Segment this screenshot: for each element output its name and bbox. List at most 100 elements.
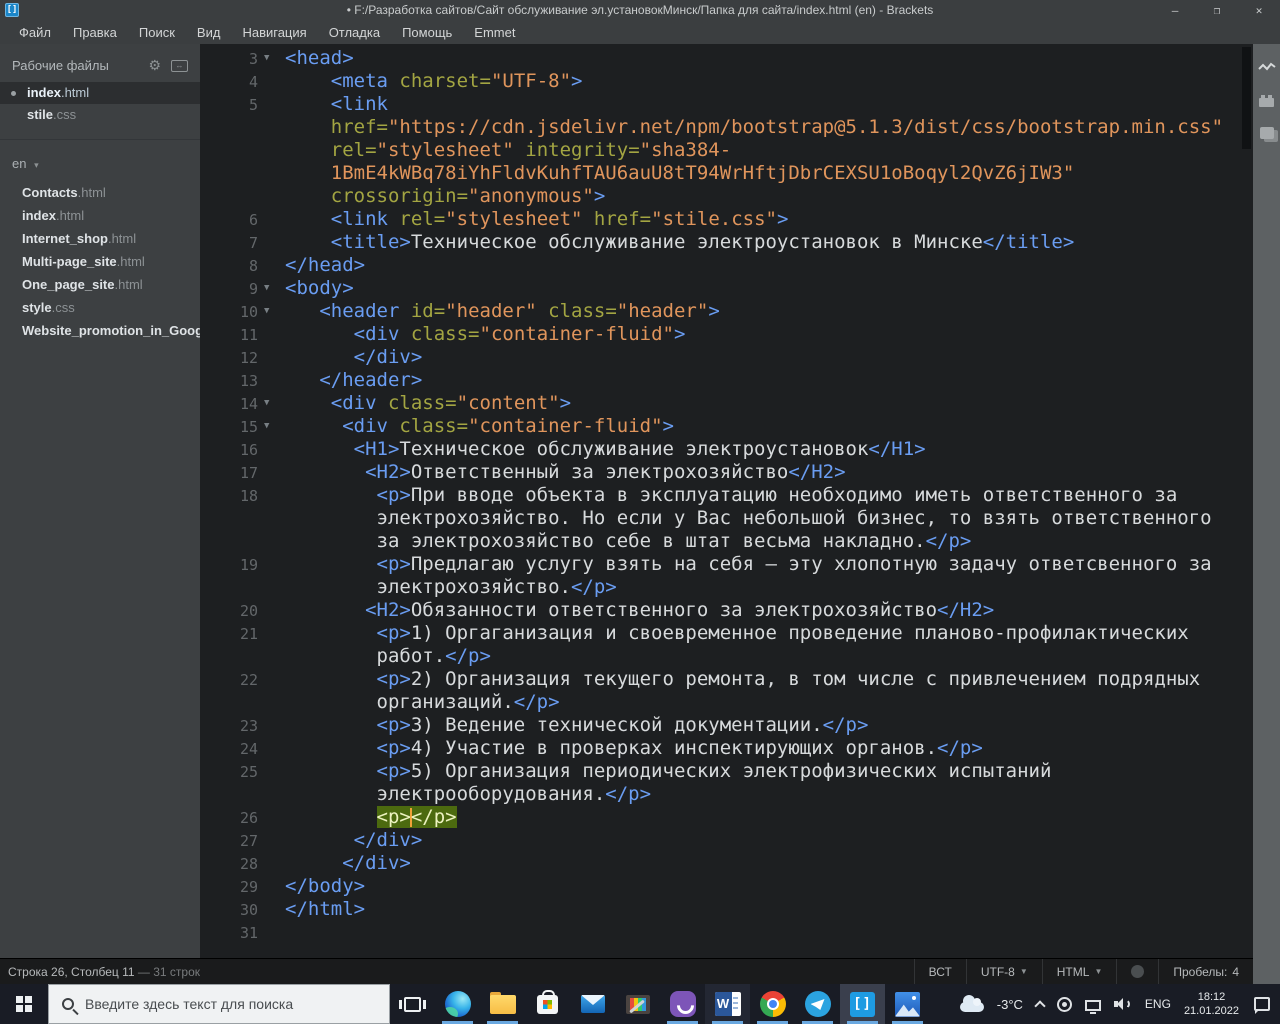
mail-taskbar-button[interactable] — [570, 984, 615, 1024]
code-line-22[interactable]: 22 <p>2) Организация текущего ремонта, в… — [200, 668, 1253, 691]
code-line-14[interactable]: 14 ▼ <div class="content"> — [200, 392, 1253, 415]
brackets-taskbar-button[interactable]: [] — [840, 984, 885, 1024]
extension-icon[interactable] — [1259, 127, 1274, 139]
fold-arrow-icon[interactable]: ▼ — [264, 47, 269, 70]
code-line-3[interactable]: 3 ▼ <head> — [200, 47, 1253, 70]
code-line-10[interactable]: 10 ▼ <header id="header" class="header"> — [200, 300, 1253, 323]
menu-item-навигация[interactable]: Навигация — [231, 25, 317, 40]
project-file-Contacts.html[interactable]: Contacts.html — [0, 181, 200, 204]
maximize-button[interactable]: ❐ — [1196, 0, 1238, 20]
code-line-15[interactable]: 15 ▼ <div class="container-fluid"> — [200, 415, 1253, 438]
language-indicator[interactable]: ENG — [1145, 997, 1171, 1011]
menu-item-файл[interactable]: Файл — [8, 25, 62, 40]
code-line-9[interactable]: 9 ▼ <body> — [200, 277, 1253, 300]
weather-cloud-icon[interactable] — [959, 995, 984, 1012]
menu-item-правка[interactable]: Правка — [62, 25, 128, 40]
taskbar-search[interactable] — [48, 984, 390, 1024]
code-line-5[interactable]: 5 <link — [200, 93, 1253, 116]
fold-arrow-icon[interactable]: ▼ — [264, 392, 269, 415]
indent-settings[interactable]: Пробелы: 4 — [1158, 959, 1253, 984]
project-dropdown[interactable]: en ▾ — [0, 140, 200, 181]
code-line-20[interactable]: 20 <H2>Обязанности ответственного за эле… — [200, 599, 1253, 622]
code-line-29[interactable]: 29 </body> — [200, 875, 1253, 898]
code-line-5-wrap2[interactable]: rel="stylesheet" integrity="sha384- — [200, 139, 1253, 162]
live-preview-icon[interactable] — [1257, 60, 1276, 78]
code-line-19[interactable]: 19 <p>Предлагаю услугу взять на себя — э… — [200, 553, 1253, 576]
hidden-icons-chevron[interactable] — [1034, 1000, 1046, 1012]
code-line-27[interactable]: 27 </div> — [200, 829, 1253, 852]
store-taskbar-button[interactable] — [525, 984, 570, 1024]
code-line-5-wrap3[interactable]: 1BmE4kWBq78iYhFldvKuhfTAU6auU8tT94WrHftj… — [200, 162, 1253, 185]
photos-taskbar-button[interactable] — [885, 984, 930, 1024]
code-line-21[interactable]: 21 <p>1) Оргаганизация и своевременное п… — [200, 622, 1253, 645]
extension-manager-icon[interactable] — [1259, 95, 1274, 107]
fold-arrow-icon[interactable]: ▼ — [264, 277, 269, 300]
code-line-4[interactable]: 4 <meta charset="UTF-8"> — [200, 70, 1253, 93]
code-line-16[interactable]: 16 <H1>Техническое обслуживание электроу… — [200, 438, 1253, 461]
edge-taskbar-button[interactable] — [435, 984, 480, 1024]
vertical-scrollbar[interactable] — [1240, 44, 1253, 958]
code-line-28[interactable]: 28 </div> — [200, 852, 1253, 875]
code-line-22-wrap1[interactable]: организаций.</p> — [200, 691, 1253, 714]
code-line-7[interactable]: 7 <title>Техническое обслуживание электр… — [200, 231, 1253, 254]
code-line-30[interactable]: 30 </html> — [200, 898, 1253, 921]
fold-arrow-icon[interactable]: ▼ — [264, 300, 269, 323]
telegram-taskbar-button[interactable] — [795, 984, 840, 1024]
clock[interactable]: 18:12 21.01.2022 — [1184, 990, 1239, 1018]
code-line-17[interactable]: 17 <H2>Ответственный за электрохозяйство… — [200, 461, 1253, 484]
code-line-23[interactable]: 23 <p>3) Ведение технической документаци… — [200, 714, 1253, 737]
code-line-18-wrap2[interactable]: за электрохозяйство себе в штат весьма н… — [200, 530, 1253, 553]
scrollbar-thumb[interactable] — [1242, 47, 1251, 149]
project-file-style.css[interactable]: style.css — [0, 296, 200, 319]
code-line-11[interactable]: 11 <div class="container-fluid"> — [200, 323, 1253, 346]
code-line-13[interactable]: 13 </header> — [200, 369, 1253, 392]
lint-status[interactable] — [1116, 959, 1158, 984]
project-file-index.html[interactable]: index.html — [0, 204, 200, 227]
code-line-25-wrap1[interactable]: электрооборудования.</p> — [200, 783, 1253, 806]
language-selector[interactable]: HTML ▼ — [1041, 959, 1117, 984]
word-taskbar-button[interactable] — [705, 984, 750, 1024]
gear-icon[interactable]: ⚙ — [148, 57, 161, 74]
code-editor[interactable]: 3 ▼ <head> 4 <meta charset="UTF-8"> 5 <link … — [200, 44, 1253, 958]
action-center-icon[interactable] — [1254, 997, 1270, 1014]
network-icon[interactable] — [1084, 999, 1101, 1014]
code-line-18[interactable]: 18 <p>При вводе объекта в эксплуатацию н… — [200, 484, 1253, 507]
code-line-8[interactable]: 8 </head> — [200, 254, 1253, 277]
code-line-5-wrap4[interactable]: crossorigin="anonymous"> — [200, 185, 1253, 208]
code-line-31[interactable]: 31 — [200, 921, 1253, 944]
meet-now-icon[interactable] — [1056, 996, 1072, 1012]
code-line-12[interactable]: 12 </div> — [200, 346, 1253, 369]
menu-item-помощь[interactable]: Помощь — [391, 25, 463, 40]
start-button[interactable] — [0, 984, 48, 1024]
menu-item-поиск[interactable]: Поиск — [128, 25, 186, 40]
project-file-One_page_site.html[interactable]: One_page_site.html — [0, 273, 200, 296]
code-line-18-wrap1[interactable]: электрохозяйство. Но если у Вас небольшо… — [200, 507, 1253, 530]
code-line-6[interactable]: 6 <link rel="stylesheet" href="stile.css… — [200, 208, 1253, 231]
minimize-button[interactable]: – — [1154, 0, 1196, 20]
weather-temperature[interactable]: -3°C — [997, 997, 1023, 1012]
code-line-26[interactable]: 26 <p></p> — [200, 806, 1253, 829]
photo-tool-taskbar-button[interactable] — [615, 984, 660, 1024]
working-file-stile.css[interactable]: stile.css — [0, 104, 200, 126]
encoding-selector[interactable]: UTF-8 ▼ — [965, 959, 1042, 984]
fold-arrow-icon[interactable]: ▼ — [264, 415, 269, 438]
project-file-Multi-page_site.html[interactable]: Multi-page_site.html — [0, 250, 200, 273]
project-file-Internet_shop.html[interactable]: Internet_shop.html — [0, 227, 200, 250]
menu-item-вид[interactable]: Вид — [186, 25, 232, 40]
menu-item-отладка[interactable]: Отладка — [318, 25, 391, 40]
viber-taskbar-button[interactable] — [660, 984, 705, 1024]
code-line-19-wrap1[interactable]: электрохозяйство.</p> — [200, 576, 1253, 599]
menu-item-emmet[interactable]: Emmet — [463, 25, 526, 40]
volume-icon[interactable] — [1113, 997, 1132, 1011]
code-line-21-wrap1[interactable]: работ.</p> — [200, 645, 1253, 668]
search-input[interactable] — [85, 996, 365, 1012]
working-file-index.html[interactable]: index.html — [0, 82, 200, 104]
explorer-taskbar-button[interactable] — [480, 984, 525, 1024]
task-view-taskbar-button[interactable] — [390, 984, 435, 1024]
code-line-24[interactable]: 24 <p>4) Участие в проверках инспектирую… — [200, 737, 1253, 760]
insert-mode-indicator[interactable]: ВСТ — [913, 959, 966, 984]
split-view-icon[interactable]: ↔ — [171, 59, 188, 72]
close-button[interactable]: ✕ — [1238, 0, 1280, 20]
project-file-Website_promotion_in_Google.html[interactable]: Website_promotion_in_Google.html — [0, 319, 200, 342]
code-line-25[interactable]: 25 <p>5) Организация периодических элект… — [200, 760, 1253, 783]
